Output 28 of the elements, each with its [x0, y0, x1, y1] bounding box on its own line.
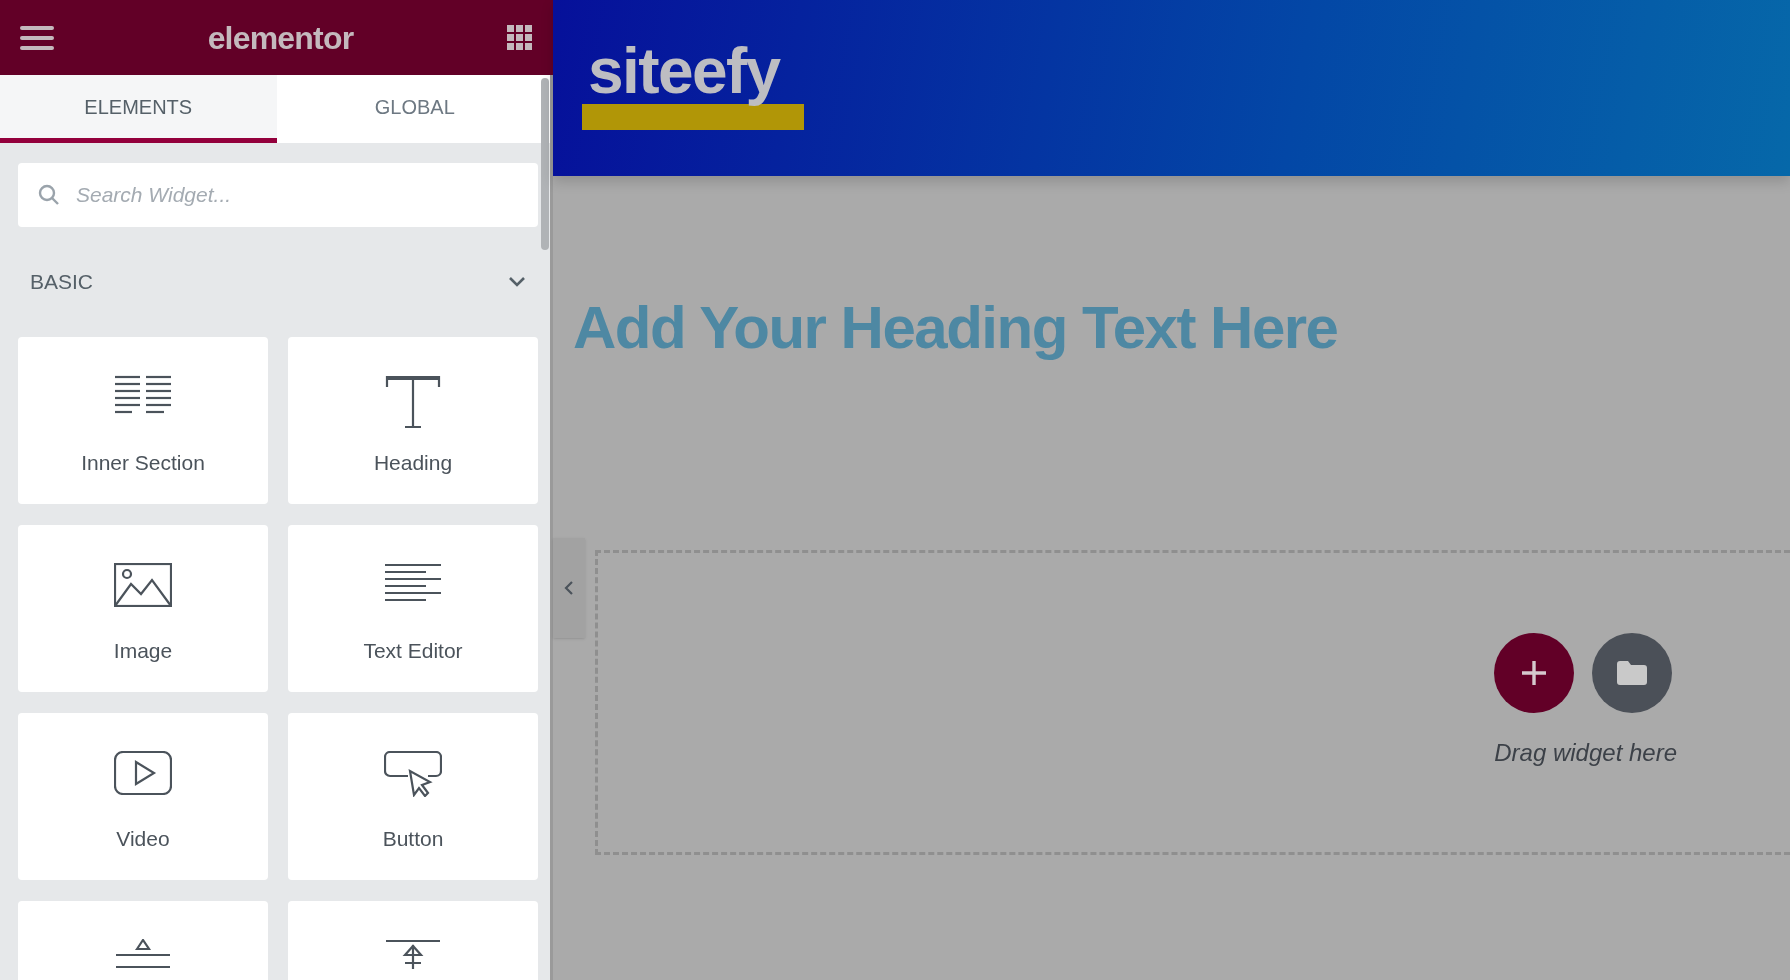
- panel-tab[interactable]: ELEMENTS: [0, 75, 277, 143]
- button-cursor-icon: [384, 751, 442, 797]
- widget-card[interactable]: Text Editor: [288, 525, 538, 692]
- menu-icon[interactable]: [20, 25, 54, 50]
- plus-icon: [1521, 660, 1547, 686]
- widget-card[interactable]: Heading: [288, 337, 538, 504]
- widget-card[interactable]: Video: [18, 713, 268, 880]
- siteefy-logo: siteefy: [582, 36, 804, 132]
- columns-icon: [114, 375, 172, 415]
- widget-card[interactable]: Inner Section: [18, 337, 268, 504]
- folder-icon: [1617, 661, 1647, 685]
- category-header[interactable]: BASIC: [18, 227, 538, 337]
- page-heading: Add Your Heading Text Here: [573, 296, 1339, 360]
- elementor-logo: elementor: [207, 18, 354, 58]
- image-icon: [114, 563, 172, 607]
- widget-card[interactable]: Button: [288, 713, 538, 880]
- spacer-icon: [385, 939, 441, 969]
- text-lines-icon: [384, 563, 442, 603]
- play-icon: [114, 751, 172, 795]
- letter-t-icon: [385, 375, 441, 429]
- search-field[interactable]: Search Widget...: [18, 163, 538, 227]
- widget-card[interactable]: Image: [18, 525, 268, 692]
- chevron-left-icon: [564, 580, 574, 596]
- chevron-icon: [508, 276, 526, 288]
- search-icon: [38, 184, 60, 206]
- drop-zone-hint: Drag widget here: [1494, 738, 1677, 768]
- divider-icon: [115, 939, 171, 969]
- apps-grid-icon[interactable]: [507, 24, 533, 51]
